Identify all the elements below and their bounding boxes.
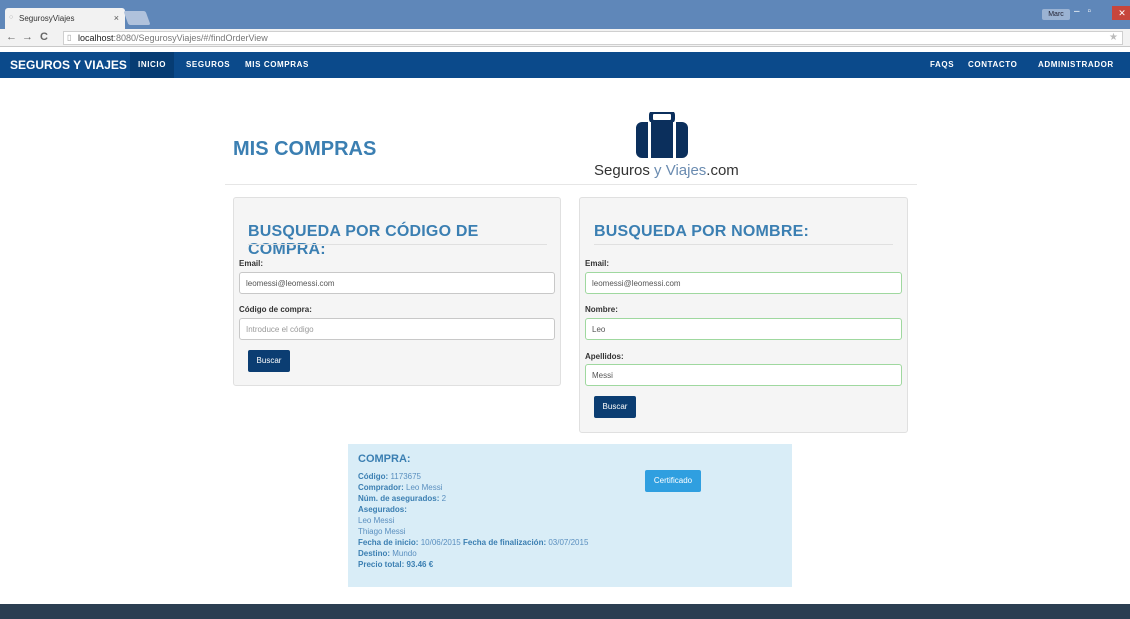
result-insured-label-line: Asegurados:	[358, 505, 407, 514]
search-code-title: BUSQUEDA POR CÓDIGO DE COMPRA:	[248, 223, 479, 258]
forward-arrow-icon[interactable]: →	[22, 31, 33, 43]
destination-label: Destino:	[358, 549, 390, 558]
code-value: 1173675	[390, 472, 422, 481]
num-insured-value: 2	[441, 494, 447, 503]
buyer-value: Leo Messi	[406, 483, 443, 492]
search-by-name-panel: BUSQUEDA POR NOMBRE: Email: leomessi@leo…	[579, 197, 908, 433]
reload-icon[interactable]: C	[40, 31, 48, 43]
insured-item: Leo Messi	[358, 516, 395, 525]
result-dest-line: Destino: Mundo	[358, 549, 417, 558]
insured-label: Asegurados:	[358, 505, 407, 514]
search-by-code-panel: BUSQUEDA POR CÓDIGO DE COMPRA: Email: le…	[233, 197, 561, 386]
purchase-result: COMPRA: Código: 1173675 Comprador: Leo M…	[348, 444, 792, 587]
name-email-field[interactable]: leomessi@leomessi.com	[585, 272, 902, 294]
price-label: Precio total:	[358, 560, 405, 569]
result-dates-line: Fecha de inicio: 10/06/2015 Fecha de fin…	[358, 538, 588, 547]
insured-item: Thiago Messi	[358, 527, 406, 536]
logo-bold: Seguros	[594, 162, 650, 179]
window-close-icon[interactable]: ✕	[1112, 6, 1130, 20]
url-host: localhost	[78, 33, 114, 43]
logo-suffix: .com	[706, 162, 739, 179]
nav-contacto[interactable]: CONTACTO	[960, 52, 1025, 78]
nav-inicio[interactable]: INICIO	[130, 52, 175, 78]
search-name-button[interactable]: Buscar	[594, 396, 636, 418]
page-icon: ▯	[67, 33, 72, 42]
search-name-title: BUSQUEDA POR NOMBRE:	[594, 223, 809, 240]
destination-value: Mundo	[392, 549, 417, 558]
email-label: Email:	[585, 259, 610, 268]
name-label: Nombre:	[585, 305, 618, 314]
bookmark-star-icon[interactable]: ★	[1109, 32, 1118, 43]
window-controls[interactable]: –▫	[1074, 6, 1099, 17]
tab-close-icon[interactable]: ×	[114, 13, 119, 23]
result-num-line: Núm. de asegurados: 2	[358, 494, 446, 503]
code-label: Código de compra:	[239, 305, 312, 314]
code-label: Código:	[358, 472, 389, 481]
url-path: :8080/SegurosyViajes/#/findOrderView	[113, 33, 268, 43]
search-code-button[interactable]: Buscar	[248, 350, 290, 372]
browser-user-badge[interactable]: Marc	[1042, 9, 1070, 20]
end-label: Fecha de finalización:	[462, 538, 547, 547]
back-arrow-icon[interactable]: ←	[6, 31, 17, 43]
num-insured-label: Núm. de asegurados:	[358, 494, 440, 503]
surname-field[interactable]: Messi	[585, 364, 902, 386]
result-code-line: Código: 1173675	[358, 472, 421, 481]
nav-mis-compras[interactable]: MIS COMPRAS	[237, 52, 317, 78]
page-footer	[0, 604, 1130, 619]
code-input[interactable]: Introduce el código	[239, 318, 555, 340]
logo-text: Seguros y Viajes.com	[594, 162, 739, 179]
result-price-line: Precio total: 93.46 €	[358, 560, 433, 569]
tab-title: SegurosyViajes	[19, 14, 75, 23]
browser-tab[interactable]: ○ SegurosyViajes ×	[5, 8, 125, 29]
header-divider	[225, 184, 917, 185]
suitcase-logo-icon	[636, 112, 688, 158]
panel-divider	[594, 244, 893, 245]
address-bar: ← → C ▯ localhost:8080/SegurosyViajes/#/…	[0, 29, 1130, 47]
panel-divider	[248, 244, 547, 245]
result-title: COMPRA:	[358, 453, 411, 465]
buyer-label: Comprador:	[358, 483, 404, 492]
nav-seguros[interactable]: SEGUROS	[178, 52, 238, 78]
new-tab-button[interactable]	[123, 11, 151, 25]
result-buyer-line: Comprador: Leo Messi	[358, 483, 442, 492]
logo-light: y Viajes	[649, 162, 707, 179]
brand-link[interactable]: SEGUROS Y VIAJES	[10, 58, 127, 72]
main-navbar: SEGUROS Y VIAJES INICIO SEGUROS MIS COMP…	[0, 52, 1130, 78]
page-title: MIS COMPRAS	[233, 138, 377, 160]
page-favicon-icon: ○	[9, 14, 14, 21]
surname-label: Apellidos:	[585, 352, 624, 361]
url-input[interactable]: ▯ localhost:8080/SegurosyViajes/#/findOr…	[63, 31, 1123, 45]
price-value: 93.46 €	[406, 560, 434, 569]
browser-tabstrip: ○ SegurosyViajes × Marc –▫ ✕	[0, 0, 1130, 29]
nav-faqs[interactable]: FAQS	[922, 52, 962, 78]
start-label: Fecha de inicio:	[358, 538, 419, 547]
start-value: 10/06/2015	[420, 538, 461, 547]
email-label: Email:	[239, 259, 264, 268]
certificate-button[interactable]: Certificado	[645, 470, 701, 492]
code-email-field[interactable]: leomessi@leomessi.com	[239, 272, 555, 294]
nav-administrador[interactable]: ADMINISTRADOR	[1030, 52, 1122, 78]
name-field[interactable]: Leo	[585, 318, 902, 340]
end-value: 03/07/2015	[548, 538, 589, 547]
